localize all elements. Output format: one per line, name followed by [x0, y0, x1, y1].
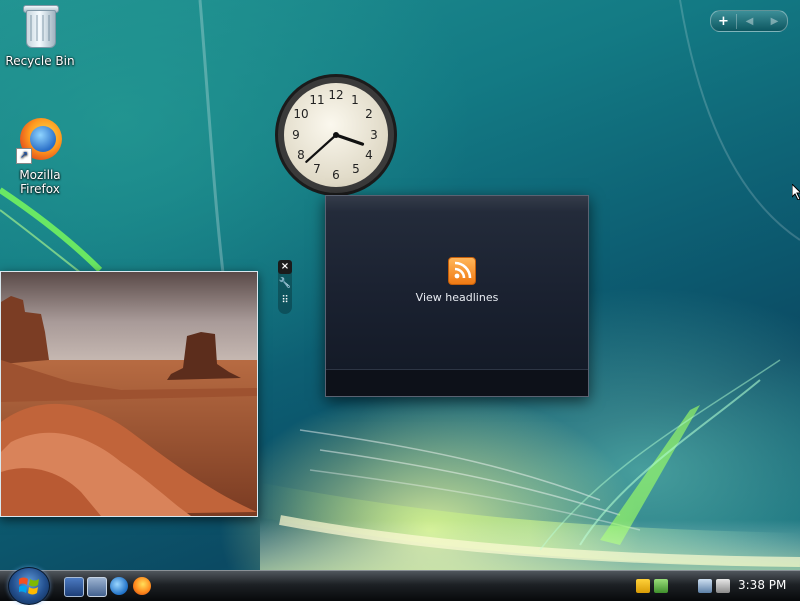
add-gadget-button[interactable]: + — [711, 13, 737, 29]
clock-numeral: 8 — [297, 148, 305, 162]
clock-numeral: 11 — [309, 93, 324, 107]
firefox-quicklaunch-icon[interactable] — [133, 577, 151, 595]
desktop-icon-label: Recycle Bin — [5, 54, 75, 68]
gadget-toolbar: × 🔧 ⠿ — [278, 260, 292, 314]
clock-gadget[interactable]: 12 1 2 3 4 5 6 7 8 9 10 11 — [274, 73, 398, 197]
desktop[interactable]: Recycle Bin ↗ Mozilla Firefox + ◀ ▶ 12 1… — [0, 0, 800, 570]
slideshow-gadget[interactable] — [0, 271, 258, 517]
clock-numeral: 6 — [332, 168, 340, 182]
previous-page-button[interactable]: ◀ — [737, 16, 762, 27]
taskbar: 3:38 PM — [0, 567, 800, 605]
next-page-button[interactable]: ▶ — [762, 16, 787, 27]
taskbar-clock[interactable]: 3:38 PM — [738, 578, 786, 592]
firefox-icon: ↗ — [16, 116, 64, 164]
network-icon[interactable] — [698, 579, 712, 593]
close-gadget-button[interactable]: × — [278, 260, 292, 274]
volume-muted-icon[interactable] — [716, 579, 730, 593]
view-headlines-link[interactable]: View headlines — [326, 291, 588, 304]
show-desktop-icon[interactable] — [64, 577, 84, 597]
clock-numeral: 3 — [370, 128, 378, 142]
clock-numeral: 7 — [313, 162, 321, 176]
desktop-icon-recycle-bin[interactable]: Recycle Bin — [0, 2, 80, 68]
start-button[interactable] — [8, 567, 50, 605]
switch-windows-icon[interactable] — [87, 577, 107, 597]
feed-headlines-gadget[interactable]: View headlines — [325, 195, 589, 397]
recycle-bin-icon — [16, 2, 64, 50]
clock-numeral: 9 — [292, 128, 300, 142]
internet-explorer-icon[interactable] — [110, 577, 128, 595]
clock-numeral: 10 — [293, 107, 308, 121]
windows-logo-icon — [19, 577, 39, 595]
mouse-cursor-icon — [792, 184, 800, 200]
clock-numeral: 4 — [365, 148, 373, 162]
sidebar-controls: + ◀ ▶ — [710, 10, 788, 32]
safely-remove-icon[interactable] — [654, 579, 668, 593]
rss-icon — [448, 257, 476, 285]
clock-numeral: 1 — [351, 93, 359, 107]
gadget-drag-handle[interactable]: ⠿ — [278, 294, 292, 308]
clock-numeral: 12 — [328, 88, 343, 102]
gadget-options-button[interactable]: 🔧 — [278, 277, 292, 291]
clock-numeral: 5 — [352, 162, 360, 176]
desktop-icon-firefox[interactable]: ↗ Mozilla Firefox — [0, 116, 80, 196]
desktop-icon-label: Mozilla Firefox — [19, 168, 61, 196]
shortcut-arrow-icon: ↗ — [16, 148, 32, 164]
system-tray: 3:38 PM — [626, 571, 800, 601]
slideshow-photo — [1, 272, 257, 516]
security-shield-icon[interactable] — [636, 579, 650, 593]
clock-numeral: 2 — [365, 107, 373, 121]
